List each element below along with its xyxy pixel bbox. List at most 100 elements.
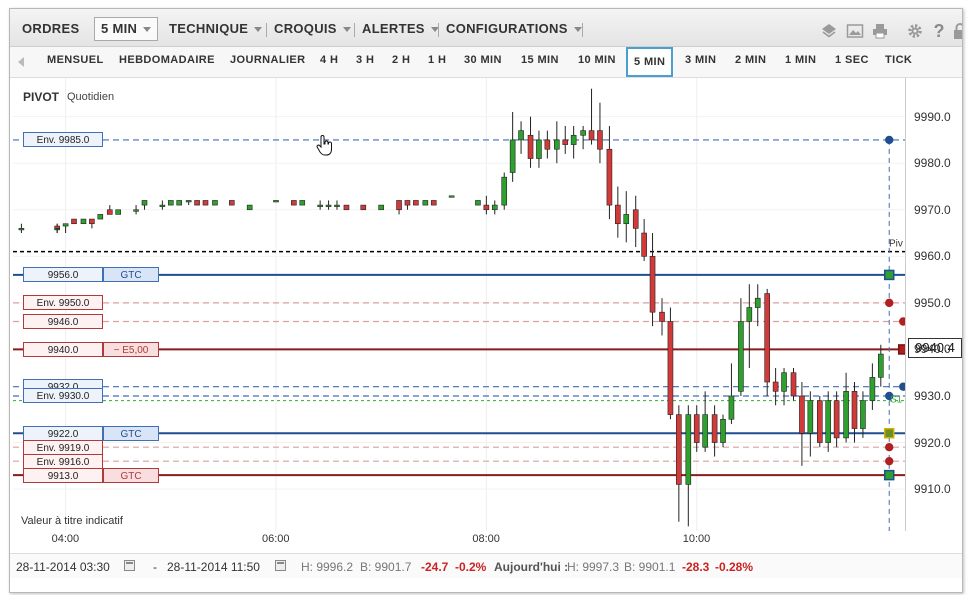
order-price-label[interactable]: Env. 9916.0 xyxy=(23,453,103,469)
candle-body xyxy=(562,139,569,145)
candle-body xyxy=(738,321,744,392)
today-low: B: 9901.1 xyxy=(624,560,676,574)
tf-tick[interactable]: TICK xyxy=(885,54,912,70)
order-marker xyxy=(885,135,894,145)
price-tick-label: 9990.0 xyxy=(914,109,951,124)
order-tag-label[interactable]: GTC xyxy=(103,425,159,441)
tf-2min[interactable]: 2 MIN xyxy=(735,54,766,70)
candle-body xyxy=(711,414,718,443)
candle-body xyxy=(185,200,192,203)
tf-10min[interactable]: 10 MIN xyxy=(578,54,616,70)
candle-body xyxy=(536,139,542,159)
candle-body xyxy=(167,200,174,206)
candle-body xyxy=(159,204,166,207)
chevron-down-icon xyxy=(573,27,582,33)
order-price-label[interactable]: Env. 9950.0 xyxy=(23,295,103,311)
menu-alertes[interactable]: ALERTES xyxy=(362,18,439,40)
start-date: 28-11-2014 03:30 xyxy=(16,560,110,574)
order-price-label[interactable]: 9940.0 xyxy=(23,341,103,357)
gear-icon[interactable] xyxy=(906,22,924,40)
candle-body xyxy=(851,391,858,429)
candle-body xyxy=(764,293,771,383)
order-tag-label[interactable]: − E5,00 xyxy=(103,341,159,357)
timeframe-bar: MENSUEL HEBDOMADAIRE JOURNALIER 4 H 3 H … xyxy=(10,47,962,78)
order-price-label[interactable]: 9956.0 xyxy=(23,267,103,283)
tf-3h[interactable]: 3 H xyxy=(356,54,374,70)
price-axis[interactable]: 9940.4 9990.0 9980.0 9970.0 9960.0 9950.0 994… xyxy=(905,78,962,531)
candle-body xyxy=(615,204,621,225)
period-low: B: 9901.7 xyxy=(360,560,412,574)
tf-journalier[interactable]: JOURNALIER xyxy=(230,54,306,70)
tf-1sec[interactable]: 1 SEC xyxy=(835,54,869,70)
order-marker xyxy=(885,442,894,452)
tf-mensuel[interactable]: MENSUEL xyxy=(47,54,104,70)
status-bar: 28-11-2014 03:30 - 28-11-2014 11:50 H: 9… xyxy=(10,553,962,578)
candle-body xyxy=(554,139,560,150)
candle-body xyxy=(360,204,367,211)
order-price-label[interactable]: Env. 9930.0 xyxy=(23,388,103,404)
time-tick-label: 06:00 xyxy=(261,533,290,545)
candle-body xyxy=(80,218,87,225)
menu-configurations[interactable]: CONFIGURATIONS xyxy=(446,18,582,40)
menu-separator xyxy=(438,23,439,37)
order-marker xyxy=(883,269,895,281)
candle-body xyxy=(833,400,840,439)
image-icon[interactable] xyxy=(846,22,864,40)
price-tick-label: 9930.0 xyxy=(914,388,951,403)
candle-body xyxy=(273,200,279,203)
order-price-label[interactable]: 9946.0 xyxy=(23,313,103,329)
chevron-down-icon xyxy=(342,27,351,33)
price-tick-label: 9920.0 xyxy=(914,435,951,450)
candle-body xyxy=(404,200,411,206)
tf-30min[interactable]: 30 MIN xyxy=(464,54,502,70)
tf-4h[interactable]: 4 H xyxy=(320,54,338,70)
candle-body xyxy=(588,130,595,141)
chart-canvas[interactable]: Piv S1 xyxy=(13,78,905,531)
order-price-label[interactable]: 9913.0 xyxy=(23,467,103,483)
time-axis[interactable]: 04:00 06:00 08:00 10:00 xyxy=(13,531,905,549)
candle-body xyxy=(728,395,735,420)
candle-body xyxy=(878,353,884,378)
candle-body xyxy=(291,200,297,206)
menu-technique[interactable]: TECHNIQUE xyxy=(169,18,263,40)
print-icon[interactable] xyxy=(871,22,889,40)
order-price-label[interactable]: Env. 9985.0 xyxy=(23,132,103,148)
calendar-icon[interactable] xyxy=(275,560,286,571)
tf-3min[interactable]: 3 MIN xyxy=(685,54,716,70)
candle-body xyxy=(641,232,647,257)
lock-icon[interactable] xyxy=(951,22,962,40)
candle-body xyxy=(483,204,490,211)
order-price-label[interactable]: Env. 9919.0 xyxy=(23,439,103,455)
order-price-label[interactable]: 9922.0 xyxy=(23,425,103,441)
tf-1min[interactable]: 1 MIN xyxy=(785,54,816,70)
candle-body xyxy=(580,130,586,136)
menu-interval[interactable]: 5 MIN xyxy=(94,17,159,41)
indicator-title: PIVOT xyxy=(23,90,60,104)
candle-body xyxy=(396,200,402,211)
tf-5min[interactable]: 5 MIN xyxy=(626,47,674,77)
layers-icon[interactable] xyxy=(820,22,838,40)
candle-body xyxy=(649,256,656,313)
order-tag-label[interactable]: GTC xyxy=(103,467,159,483)
menu-croquis[interactable]: CROQUIS xyxy=(274,18,351,40)
indicator-subtitle: Quotidien xyxy=(67,91,115,103)
help-icon[interactable]: ? xyxy=(930,22,948,40)
chevron-down-icon xyxy=(143,27,152,33)
calendar-icon[interactable] xyxy=(124,560,135,571)
scroll-left-icon[interactable] xyxy=(18,57,24,67)
candle-body xyxy=(746,307,753,322)
candle-body xyxy=(325,204,332,207)
candle-body xyxy=(422,200,429,206)
candle-body xyxy=(141,200,148,206)
tf-1h[interactable]: 1 H xyxy=(428,54,446,70)
candle-body xyxy=(97,214,104,220)
price-chart[interactable]: Piv S1 PIVOT Quotidien Valeur à titre ind… xyxy=(13,78,905,531)
candle-body xyxy=(491,204,498,211)
candle-body xyxy=(212,200,218,206)
order-tag-label[interactable]: GTC xyxy=(103,267,159,283)
tf-2h[interactable]: 2 H xyxy=(392,54,410,70)
price-tick-label: 9960.0 xyxy=(914,249,951,264)
tf-15min[interactable]: 15 MIN xyxy=(521,54,559,70)
tf-hebdomadaire[interactable]: HEBDOMADAIRE xyxy=(119,54,215,70)
menu-ordres[interactable]: ORDRES xyxy=(22,18,79,40)
